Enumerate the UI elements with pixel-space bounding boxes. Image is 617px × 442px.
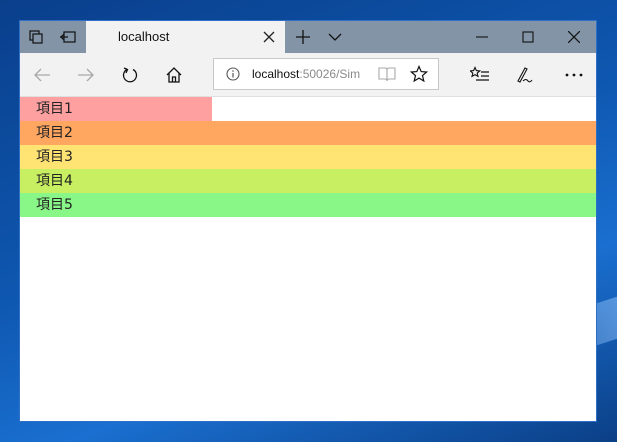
- star-icon[interactable]: [410, 65, 428, 83]
- set-tabs-aside-icon[interactable]: [58, 27, 78, 47]
- navigation-toolbar: localhost:50026/Sim: [20, 53, 596, 97]
- plus-icon[interactable]: [287, 21, 319, 53]
- pen-icon[interactable]: [508, 59, 540, 91]
- chevron-down-icon[interactable]: [319, 21, 351, 53]
- list-item-2: 項目2: [20, 121, 596, 145]
- favorites-list-icon[interactable]: [464, 59, 496, 91]
- info-icon[interactable]: [226, 67, 240, 81]
- address-bar[interactable]: localhost:50026/Sim: [213, 58, 439, 90]
- list-item-5: 項目5: [20, 193, 596, 217]
- arrow-left-icon[interactable]: [26, 59, 58, 91]
- book-icon[interactable]: [378, 66, 396, 82]
- page-content: 項目1 項目2 項目3 項目4 項目5: [20, 97, 596, 421]
- refresh-icon[interactable]: [114, 59, 146, 91]
- close-icon[interactable]: [261, 29, 277, 45]
- address-host: localhost: [252, 67, 300, 81]
- arrow-right-icon[interactable]: [70, 59, 102, 91]
- list-item-1: 項目1: [20, 97, 212, 121]
- address-path: :50026/Sim: [299, 67, 361, 81]
- tab-localhost[interactable]: localhost: [86, 21, 285, 53]
- minimize-icon[interactable]: [459, 21, 505, 53]
- close-window-icon[interactable]: [551, 21, 596, 53]
- list-item-4: 項目4: [20, 169, 596, 193]
- tabs-aside-icon[interactable]: [26, 27, 46, 47]
- browser-window: localhost localhost:50026/Sim 項目1 項目2 項目…: [19, 20, 597, 422]
- maximize-icon[interactable]: [505, 21, 551, 53]
- list-item-3: 項目3: [20, 145, 596, 169]
- home-icon[interactable]: [158, 59, 190, 91]
- tab-title: localhost: [118, 29, 170, 44]
- ellipsis-icon[interactable]: [558, 59, 590, 91]
- address-text[interactable]: localhost:50026/Sim: [252, 67, 360, 81]
- title-bar[interactable]: localhost: [20, 21, 596, 53]
